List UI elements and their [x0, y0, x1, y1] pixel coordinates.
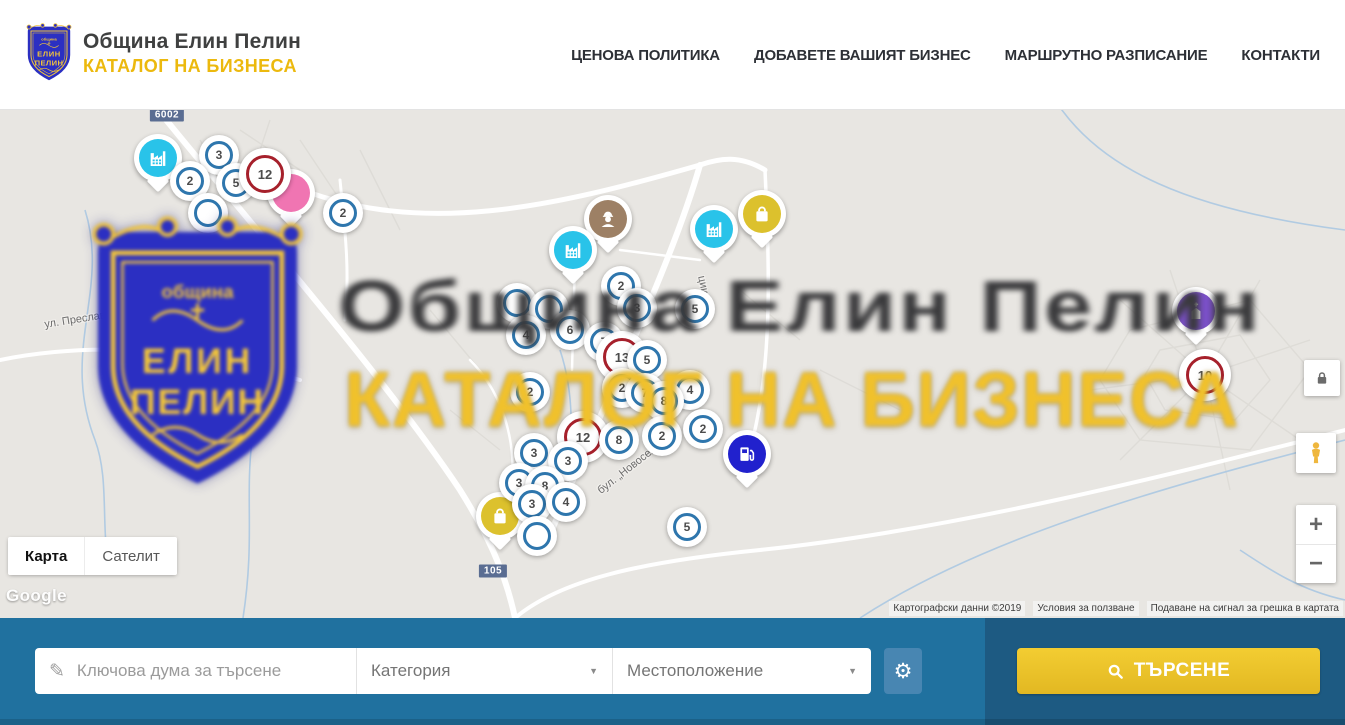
gear-icon: ⚙	[894, 659, 913, 684]
search-bar-bottom-edge	[0, 719, 1345, 725]
attribution-item[interactable]: Подаване на сигнал за грешка в картата	[1147, 601, 1343, 616]
chevron-down-icon: ▼	[589, 666, 598, 676]
location-select[interactable]: Местоположение ▼	[612, 648, 871, 694]
cluster-marker[interactable]: 12	[239, 148, 291, 200]
location-value: Местоположение	[627, 661, 763, 681]
nav-item-route-schedule[interactable]: МАРШРУТНО РАЗПИСАНИЕ	[1005, 47, 1208, 64]
keyword-field[interactable]: ✎	[35, 648, 356, 694]
lock-icon	[1313, 369, 1331, 387]
nav-item-add-your-business[interactable]: ДОБАВЕТЕ ВАШИЯТ БИЗНЕС	[754, 47, 971, 64]
shopping-pin[interactable]	[738, 190, 786, 238]
factory-pin[interactable]	[690, 205, 738, 253]
google-logo[interactable]: Google	[6, 586, 67, 606]
brand-subtitle: КАТАЛОГ НА БИЗНЕСА	[83, 56, 301, 77]
cluster-count: 4	[552, 488, 580, 516]
search-button[interactable]: ТЪРСЕНЕ	[1017, 648, 1320, 694]
search-submit-panel: ТЪРСЕНЕ	[985, 618, 1345, 725]
main-nav: ЦЕНОВА ПОЛИТИКА ДОБАВЕТЕ ВАШИЯТ БИЗНЕС МАР…	[537, 0, 1320, 110]
lock-button[interactable]	[1304, 360, 1340, 396]
search-icon	[1107, 663, 1124, 680]
road-badge: 6002	[150, 110, 184, 122]
cluster-marker[interactable]: 4	[546, 482, 586, 522]
pegman-icon	[1303, 440, 1329, 466]
advanced-settings-button[interactable]: ⚙	[884, 648, 922, 694]
watermark-subtitle: КАТАЛОГ НА БИЗНЕСА	[344, 354, 1239, 445]
brand[interactable]: Община Елин Пелин КАТАЛОГ НА БИЗНЕСА	[25, 23, 301, 83]
cluster-count: 2	[176, 167, 204, 195]
chevron-down-icon: ▼	[848, 666, 857, 676]
street-view-pegman-button[interactable]	[1296, 433, 1336, 473]
brand-title: Община Елин Пелин	[83, 30, 301, 54]
municipality-logo-icon	[25, 23, 73, 83]
watermark-municipality-logo	[85, 215, 310, 502]
search-fields: ✎ Категория ▼ Местоположение ▼	[35, 648, 871, 694]
road-badge: 105	[479, 565, 507, 578]
keyword-input[interactable]	[77, 661, 342, 681]
site-header: Община Елин Пелин КАТАЛОГ НА БИЗНЕСА ЦЕН…	[0, 0, 1345, 110]
cluster-count: 3	[518, 490, 546, 518]
zoom-out-button[interactable]: −	[1296, 544, 1336, 583]
cluster-count	[523, 522, 551, 550]
map-type-map-button[interactable]: Карта	[8, 537, 84, 575]
attribution-item: Картографски данни ©2019	[889, 601, 1025, 616]
zoom-control: + −	[1296, 505, 1336, 583]
cluster-count: 12	[246, 155, 284, 193]
brand-text: Община Елин Пелин КАТАЛОГ НА БИЗНЕСА	[83, 30, 301, 77]
factory-icon	[695, 210, 733, 248]
worker-icon	[589, 200, 627, 238]
watermark-title: Община Елин Пелин	[338, 266, 1262, 348]
category-value: Категория	[371, 661, 450, 681]
pencil-icon: ✎	[49, 660, 65, 683]
cluster-marker[interactable]	[517, 516, 557, 556]
nav-item-contacts[interactable]: КОНТАКТИ	[1241, 47, 1320, 64]
attribution-item[interactable]: Условия за ползване	[1033, 601, 1138, 616]
search-button-label: ТЪРСЕНЕ	[1134, 660, 1231, 682]
category-select[interactable]: Категория ▼	[356, 648, 612, 694]
nav-item-pricing-policy[interactable]: ЦЕНОВА ПОЛИТИКА	[571, 47, 720, 64]
search-bar: ✎ Категория ▼ Местоположение ▼ ⚙ ТЪРСЕНЕ	[0, 618, 1345, 725]
zoom-in-button[interactable]: +	[1296, 505, 1336, 544]
map-attribution: Картографски данни ©2019 Условия за ползв…	[889, 601, 1343, 616]
map-canvas[interactable]: 6002105 ул. Преславбул. „Новоселции 3251…	[0, 110, 1345, 618]
map-type-satellite-button[interactable]: Сателит	[84, 537, 177, 575]
cluster-count: 5	[673, 513, 701, 541]
cluster-marker[interactable]: 2	[323, 193, 363, 233]
cluster-count: 2	[329, 199, 357, 227]
bag-icon	[743, 195, 781, 233]
map-type-switch: Карта Сателит	[8, 537, 177, 575]
cluster-marker[interactable]: 5	[667, 507, 707, 547]
factory-icon	[554, 231, 592, 269]
